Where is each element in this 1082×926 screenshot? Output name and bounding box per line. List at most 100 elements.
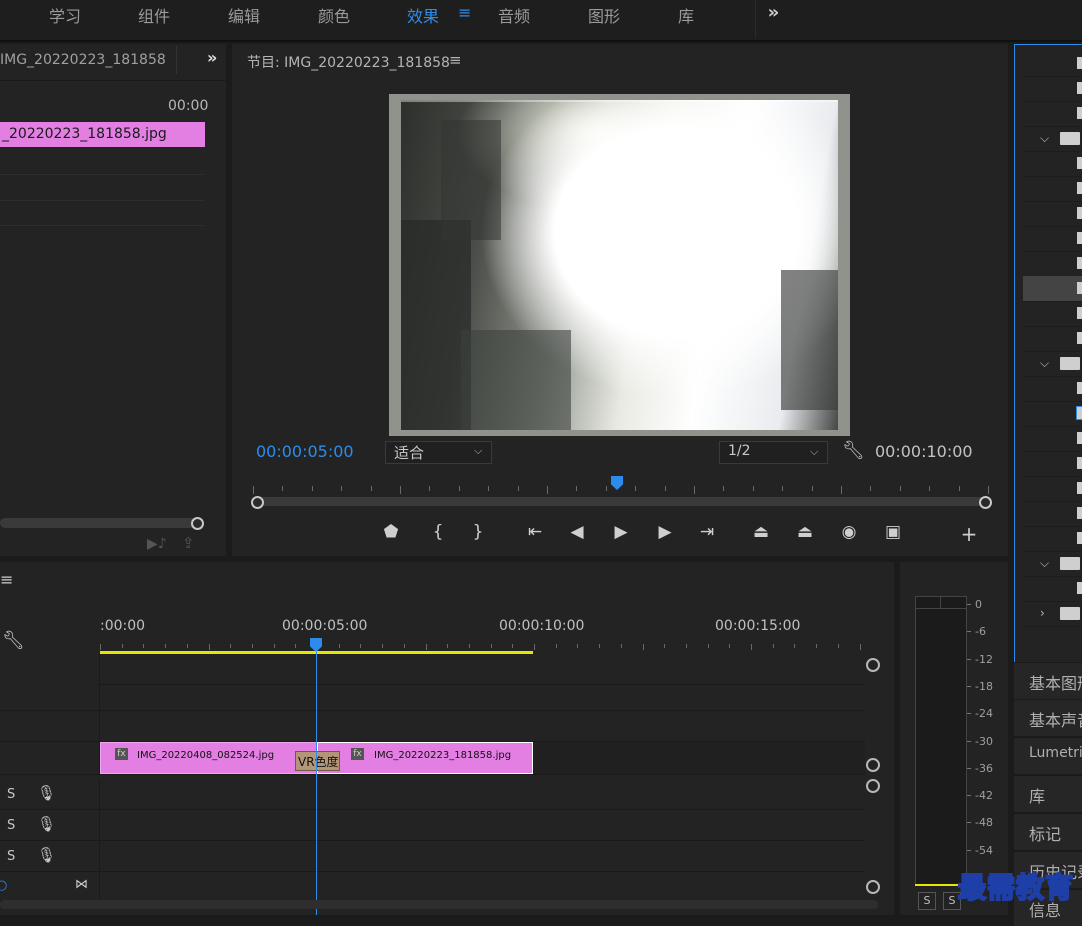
effects-folder-row[interactable]: ⌵ bbox=[1023, 551, 1082, 577]
go-to-out-icon[interactable]: ⇥ bbox=[694, 522, 720, 542]
track-header[interactable] bbox=[0, 680, 100, 710]
microphone-icon[interactable]: 🎙︎ bbox=[37, 846, 56, 864]
effects-item-row[interactable] bbox=[1023, 376, 1082, 402]
scrollbar-start-handle[interactable] bbox=[251, 496, 264, 509]
solo-track-button[interactable]: S bbox=[7, 818, 15, 833]
workspace-tab-libraries[interactable]: 库 bbox=[678, 3, 694, 27]
chevron-down-icon[interactable]: ⌵ bbox=[1040, 556, 1049, 571]
track-header[interactable]: S 🎙︎ bbox=[0, 810, 100, 840]
timeline-horizontal-scrollbar[interactable] bbox=[0, 900, 878, 909]
effects-item-row[interactable] bbox=[1023, 426, 1082, 452]
program-video-frame[interactable] bbox=[389, 94, 850, 436]
export-frame-icon[interactable]: ◉ bbox=[836, 522, 862, 542]
track-target-icon[interactable]: ○ bbox=[0, 878, 7, 893]
chevron-down-icon[interactable]: ⌵ bbox=[1040, 131, 1049, 146]
workspace-overflow-icon[interactable]: » bbox=[755, 0, 791, 38]
playback-resolution-dropdown[interactable]: 1/2 ⌵ bbox=[719, 441, 828, 464]
effects-item-row[interactable] bbox=[1023, 451, 1082, 477]
transition-marker[interactable]: VR色度 bbox=[295, 751, 340, 771]
effects-item-row[interactable] bbox=[1023, 76, 1082, 102]
scrollbar-handle[interactable] bbox=[191, 517, 204, 530]
workspace-tab-effects[interactable]: 效果 bbox=[407, 3, 439, 27]
effects-folder-row[interactable]: › bbox=[1023, 601, 1082, 627]
track-header[interactable] bbox=[0, 711, 100, 741]
video-track-2[interactable] bbox=[0, 680, 865, 711]
monitor-zoom-scrollbar[interactable] bbox=[253, 497, 989, 506]
audio-track-1[interactable]: S 🎙︎ bbox=[0, 779, 865, 810]
effects-item-row[interactable] bbox=[1023, 301, 1082, 327]
workspace-tab-editing[interactable]: 编辑 bbox=[228, 3, 260, 27]
microphone-icon[interactable]: 🎙︎ bbox=[37, 784, 56, 802]
effects-item-row[interactable] bbox=[1023, 101, 1082, 127]
button-editor-icon[interactable]: + bbox=[956, 522, 982, 546]
panel-tab-essential-sound[interactable]: 基本声音 bbox=[1014, 699, 1082, 736]
scrollbar-handle[interactable] bbox=[866, 758, 880, 772]
effects-item-row[interactable] bbox=[1023, 151, 1082, 177]
effects-item-row[interactable] bbox=[1023, 201, 1082, 227]
workspace-tab-learn[interactable]: 学习 bbox=[49, 3, 81, 27]
track-header[interactable]: S 🎙︎ bbox=[0, 779, 100, 809]
timeline-settings-wrench-icon[interactable]: 🔧︎ bbox=[2, 630, 25, 651]
lift-icon[interactable]: ⏏︎ bbox=[748, 522, 774, 542]
export-icon[interactable]: ⇪ bbox=[182, 534, 195, 552]
effects-item-row[interactable] bbox=[1023, 326, 1082, 352]
workspace-tab-audio[interactable]: 音频 bbox=[498, 3, 530, 27]
scrollbar-handle[interactable] bbox=[866, 658, 880, 672]
workspace-menu-icon[interactable]: ≡ bbox=[458, 3, 471, 22]
effects-item-row[interactable] bbox=[1023, 276, 1082, 302]
effects-item-row[interactable] bbox=[1023, 501, 1082, 527]
track-header[interactable]: S 🎙︎ bbox=[0, 841, 100, 871]
effects-item-row[interactable] bbox=[1023, 176, 1082, 202]
solo-left-button[interactable]: S bbox=[918, 892, 936, 910]
microphone-icon[interactable]: 🎙︎ bbox=[37, 815, 56, 833]
chevron-down-icon[interactable]: ⌵ bbox=[1040, 356, 1049, 371]
panel-menu-icon[interactable]: ≡ bbox=[449, 51, 462, 69]
fit-dropdown[interactable]: 适合 ⌵ bbox=[385, 441, 492, 464]
scrollbar-end-handle[interactable] bbox=[979, 496, 992, 509]
panel-overflow-icon[interactable]: » bbox=[207, 48, 217, 67]
effects-item-row[interactable] bbox=[1023, 251, 1082, 277]
video-track-1[interactable] bbox=[0, 711, 865, 742]
mark-in-icon[interactable]: { bbox=[425, 522, 451, 542]
timeline-clip[interactable]: fx IMG_20220223_181858.jpg bbox=[317, 742, 533, 774]
effects-item-row[interactable] bbox=[1023, 576, 1082, 602]
effects-item-row[interactable] bbox=[1023, 526, 1082, 552]
effects-item-row[interactable] bbox=[1023, 476, 1082, 502]
step-back-icon[interactable]: ◀︎ bbox=[564, 522, 590, 542]
solo-track-button[interactable]: S bbox=[7, 849, 15, 864]
track-header[interactable]: ○ ⋈ bbox=[0, 872, 100, 900]
master-track[interactable]: ○ ⋈ bbox=[0, 872, 865, 901]
timeline-menu-icon[interactable]: ≡ bbox=[0, 570, 13, 589]
audio-track-2[interactable]: S 🎙︎ bbox=[0, 810, 865, 841]
panel-tab-libraries[interactable]: 库 bbox=[1014, 775, 1082, 812]
extract-icon[interactable]: ⏏︎ bbox=[792, 522, 818, 542]
scrollbar-handle[interactable] bbox=[866, 779, 880, 793]
bowtie-icon[interactable]: ⋈ bbox=[75, 877, 88, 892]
workspace-tab-graphics[interactable]: 图形 bbox=[588, 3, 620, 27]
mark-out-icon[interactable]: } bbox=[465, 522, 491, 542]
effects-item-row[interactable] bbox=[1023, 401, 1082, 427]
add-marker-icon[interactable]: ⬟ bbox=[378, 522, 404, 542]
effects-folder-row[interactable]: ⌵ bbox=[1023, 351, 1082, 377]
track-header[interactable] bbox=[0, 742, 100, 774]
workspace-tab-assembly[interactable]: 组件 bbox=[138, 3, 170, 27]
effects-item-row[interactable] bbox=[1023, 51, 1082, 77]
source-clip-bar[interactable]: _20220223_181858.jpg bbox=[0, 122, 205, 147]
comparison-view-icon[interactable]: ▣ bbox=[880, 522, 906, 542]
source-zoom-scrollbar[interactable] bbox=[0, 518, 198, 528]
scrollbar-handle[interactable] bbox=[866, 880, 880, 894]
effects-item-row[interactable] bbox=[1023, 226, 1082, 252]
timeline-time-ruler[interactable] bbox=[100, 644, 865, 650]
go-to-in-icon[interactable]: ⇤ bbox=[522, 522, 548, 542]
chevron-right-icon[interactable]: › bbox=[1040, 606, 1045, 620]
step-forward-icon[interactable]: ▶︎ bbox=[652, 522, 678, 542]
workspace-tab-color[interactable]: 颜色 bbox=[318, 3, 350, 27]
audio-track-3[interactable]: S 🎙︎ bbox=[0, 841, 865, 872]
drag-audio-icon[interactable]: ▶♪ bbox=[147, 536, 167, 552]
play-icon[interactable]: ▶︎ bbox=[608, 522, 634, 542]
effects-folder-row[interactable]: ⌵ bbox=[1023, 126, 1082, 152]
playhead-timecode[interactable]: 00:00:05:00 bbox=[256, 442, 354, 461]
wrench-icon[interactable]: 🔧︎ bbox=[842, 440, 865, 461]
monitor-time-ruler[interactable] bbox=[253, 486, 989, 496]
source-panel-title[interactable]: IMG_20220223_181858 bbox=[0, 52, 166, 68]
